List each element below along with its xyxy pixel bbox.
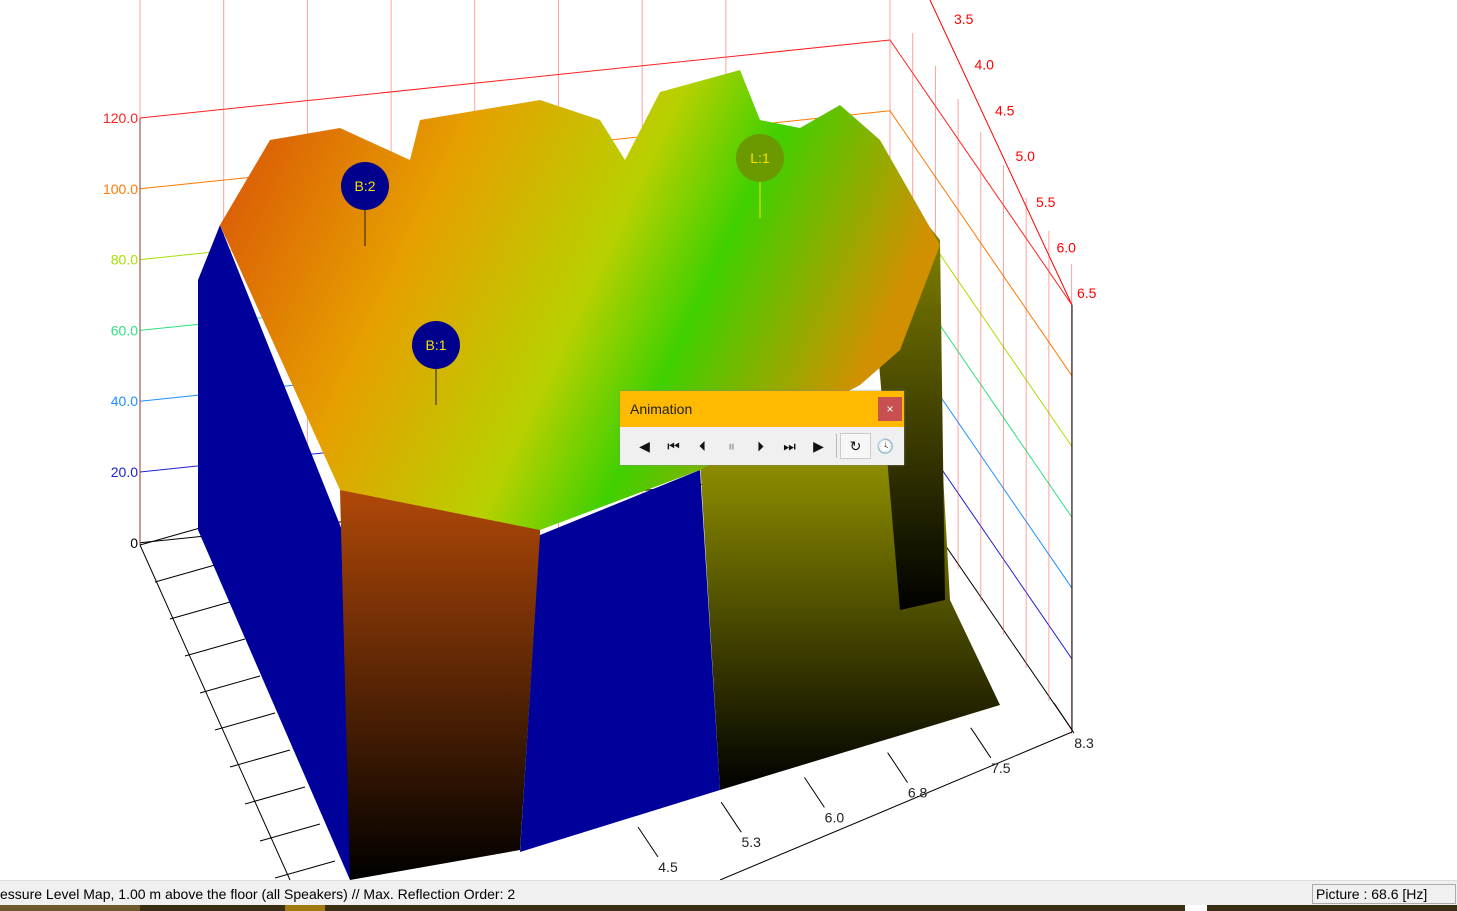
status-message: essure Level Map, 1.00 m above the floor… <box>0 886 516 902</box>
floor-gridline <box>229 749 291 768</box>
floor-gridline <box>199 675 261 694</box>
step-forward-icon[interactable]: ⏵ <box>746 438 775 455</box>
last-frame-icon[interactable]: ⏭ <box>775 438 804 455</box>
x-tick-line <box>887 752 909 783</box>
y-tick-label: 6.0 <box>1057 240 1077 256</box>
x-tick-label: 7.5 <box>991 760 1011 776</box>
z-tick-label: 0 <box>130 535 138 551</box>
surface <box>198 70 1000 880</box>
step-back-icon[interactable]: ⏴ <box>688 438 717 455</box>
z-tick-label: 60.0 <box>111 322 138 338</box>
x-tick-label: 6.8 <box>908 785 928 801</box>
z-tick-label: 40.0 <box>111 393 138 409</box>
z-tick-label: 80.0 <box>111 252 138 268</box>
x-tick-line <box>970 727 992 759</box>
floor-gridline <box>184 638 246 657</box>
pause-icon[interactable]: ⏸ <box>717 438 746 455</box>
animation-titlebar[interactable]: Animation × <box>620 391 904 427</box>
animation-panel: Animation × ◀ ⏮ ⏴ ⏸ ⏵ ⏭ ▶ ↻ 🕓 <box>620 391 904 465</box>
marker-label: B:2 <box>354 178 375 194</box>
floor-gridline <box>139 527 201 546</box>
floor-gridline <box>169 601 231 620</box>
clock-icon[interactable]: 🕓 <box>871 438 900 455</box>
y-tick-label: 4.5 <box>995 102 1015 118</box>
y-tick-label: 5.0 <box>1016 148 1036 164</box>
z-tick-label: 120.0 <box>103 110 138 126</box>
z-tick-label: 100.0 <box>103 181 138 197</box>
status-bar: essure Level Map, 1.00 m above the floor… <box>0 880 1457 905</box>
marker-label: B:1 <box>425 337 446 353</box>
y-tick-label: 6.5 <box>1077 285 1097 301</box>
surface-side-front-left <box>340 490 540 880</box>
x-tick-label: 8.3 <box>1074 735 1094 751</box>
picture-frequency: Picture : 68.6 [Hz] <box>1312 884 1456 904</box>
y-tick-label: 5.5 <box>1036 194 1056 210</box>
x-tick-line <box>637 826 659 858</box>
first-frame-icon[interactable]: ⏮ <box>659 438 688 455</box>
y-axis <box>929 0 1073 306</box>
bottom-strip <box>0 905 1457 911</box>
x-tick-label: 4.5 <box>658 859 678 875</box>
y-tick-label: 3.5 <box>954 11 974 27</box>
surface-side-front-middle <box>520 470 720 852</box>
x-tick-label: 6.0 <box>825 809 845 825</box>
z-tick-label: 20.0 <box>111 464 138 480</box>
x-tick-line <box>1053 702 1075 734</box>
animation-toolbar: ◀ ⏮ ⏴ ⏸ ⏵ ⏭ ▶ ↻ 🕓 <box>620 427 904 465</box>
floor-gridline <box>244 786 306 805</box>
loop-icon[interactable]: ↻ <box>840 433 871 459</box>
animation-title: Animation <box>630 401 693 417</box>
x-tick-line <box>803 777 825 808</box>
x-tick-line <box>720 801 742 833</box>
toolbar-separator <box>836 434 837 458</box>
marker-label: L:1 <box>750 150 770 166</box>
floor-gridline <box>214 712 276 731</box>
surface-side-front-right <box>700 420 1000 790</box>
floor-gridline <box>274 860 336 879</box>
y-tick-label: 4.0 <box>975 57 995 73</box>
prev-icon[interactable]: ◀ <box>630 438 659 455</box>
play-icon[interactable]: ▶ <box>804 438 833 455</box>
floor-gridline <box>154 564 216 583</box>
close-button[interactable]: × <box>878 397 902 421</box>
x-tick-label: 5.3 <box>741 834 761 850</box>
